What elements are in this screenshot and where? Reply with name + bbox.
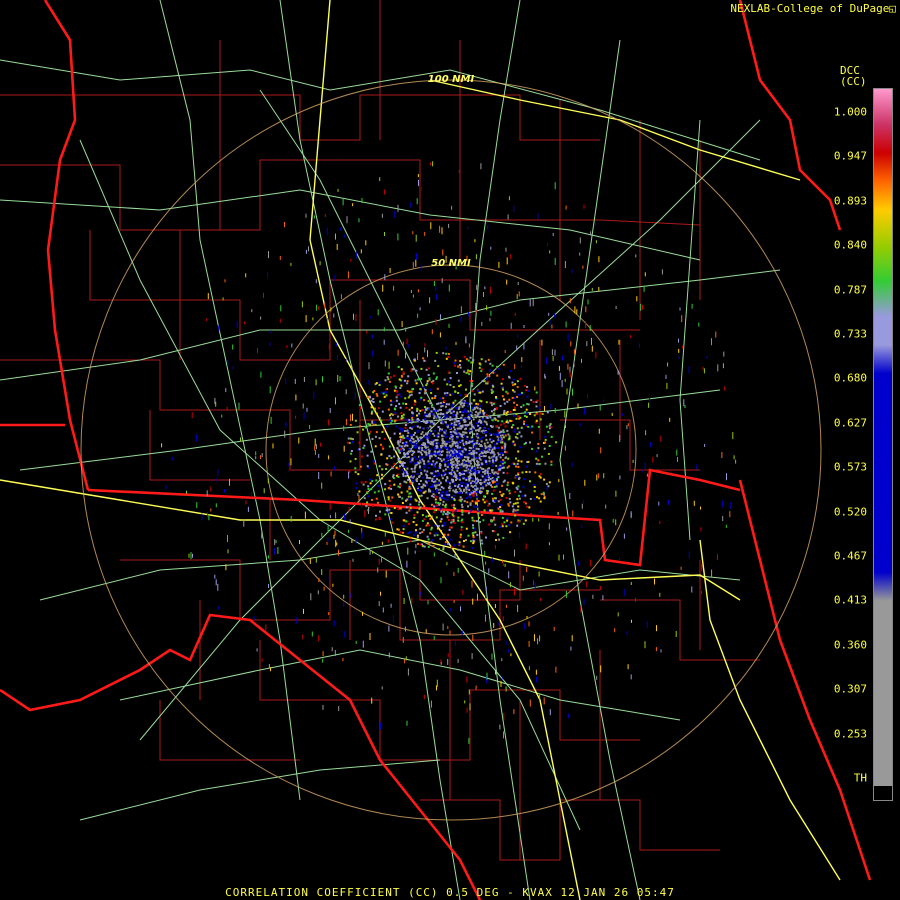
color-scale-tick: 0.520 <box>833 505 867 519</box>
product-code-line2: (CC) <box>840 75 867 88</box>
color-scale-tick: 0.680 <box>833 371 867 385</box>
county-borders <box>0 0 760 861</box>
color-scale-tick: 1.000 <box>833 105 867 119</box>
map-canvas <box>0 0 872 900</box>
color-scale-tick: 0.307 <box>833 682 867 696</box>
color-scale-tick: 0.360 <box>833 638 867 652</box>
color-scale-tick: 0.947 <box>833 149 867 163</box>
nexlab-logo-icon: ◱ <box>889 2 896 15</box>
color-scale-bar <box>873 88 893 801</box>
color-scale-tick: 0.467 <box>833 549 867 563</box>
color-scale-tick: 0.787 <box>833 283 867 297</box>
radar-map: NEXLAB-College of DuPage◱ DCC (CC) 100 N… <box>0 0 900 900</box>
product-caption: CORRELATION COEFFICIENT (CC) 0.5 DEG - K… <box>225 886 675 899</box>
range-ring-label-50: 50 NMI <box>431 258 471 269</box>
color-scale-tick: 0.413 <box>833 593 867 607</box>
color-scale-tick: 0.893 <box>833 194 867 208</box>
range-ring-label-100: 100 NMI <box>427 74 475 85</box>
highways <box>0 0 781 900</box>
color-scale-tick: 0.627 <box>833 416 867 430</box>
color-scale-tick: 0.840 <box>833 238 867 252</box>
color-scale-tick: 0.573 <box>833 460 867 474</box>
color-scale-tick: TH <box>853 771 867 785</box>
color-scale-tick: 0.733 <box>833 327 867 341</box>
color-scale-tick: 0.253 <box>833 727 867 741</box>
credit-text: NEXLAB-College of DuPage◱ <box>730 2 896 15</box>
product-code: DCC (CC) <box>840 65 867 87</box>
